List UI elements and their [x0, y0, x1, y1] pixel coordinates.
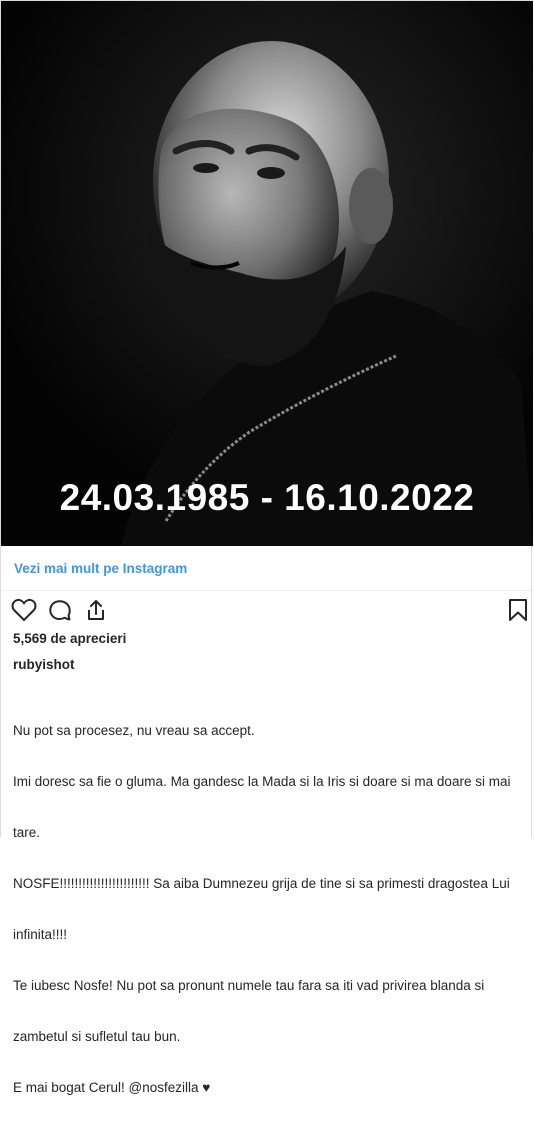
- caption-line: tare.: [13, 825, 41, 840]
- caption-line: infinita!!!!: [13, 927, 68, 942]
- view-more-link[interactable]: Vezi mai mult pe Instagram: [14, 561, 187, 576]
- caption-line: E mai bogat Cerul! @nosfezilla ♥: [13, 1080, 211, 1095]
- username[interactable]: rubyishot: [13, 657, 75, 672]
- caption-line: Nu pot sa procesez, nu vreau sa accept.: [13, 723, 255, 738]
- caption-line: NOSFE!!!!!!!!!!!!!!!!!!!!!!!! Sa aiba Du…: [13, 876, 510, 891]
- caption-line: zambetul si sufletul tau bun.: [13, 1029, 181, 1044]
- portrait-image: [1, 1, 533, 546]
- caption-line: Te iubesc Nosfe! Nu pot sa pronunt numel…: [13, 978, 485, 993]
- date-overlay: 24.03.1985 - 16.10.2022: [59, 477, 475, 518]
- post-caption: Nu pot sa procesez, nu vreau sa accept. …: [13, 688, 518, 1130]
- view-more-bar: Vezi mai mult pe Instagram: [1, 546, 531, 591]
- caption-line: Imi doresc sa fie o gluma. Ma gandesc la…: [13, 774, 511, 789]
- bookmark-icon[interactable]: [508, 598, 528, 622]
- comment-icon[interactable]: [48, 598, 72, 622]
- post-photo[interactable]: 24.03.1985 - 16.10.2022: [1, 1, 533, 546]
- instagram-embed-card: 24.03.1985 - 16.10.2022 Vezi mai mult pe…: [0, 0, 533, 1095]
- heart-icon[interactable]: [11, 598, 37, 622]
- share-icon[interactable]: [84, 598, 108, 622]
- likes-count[interactable]: 5,569 de aprecieri: [13, 631, 126, 646]
